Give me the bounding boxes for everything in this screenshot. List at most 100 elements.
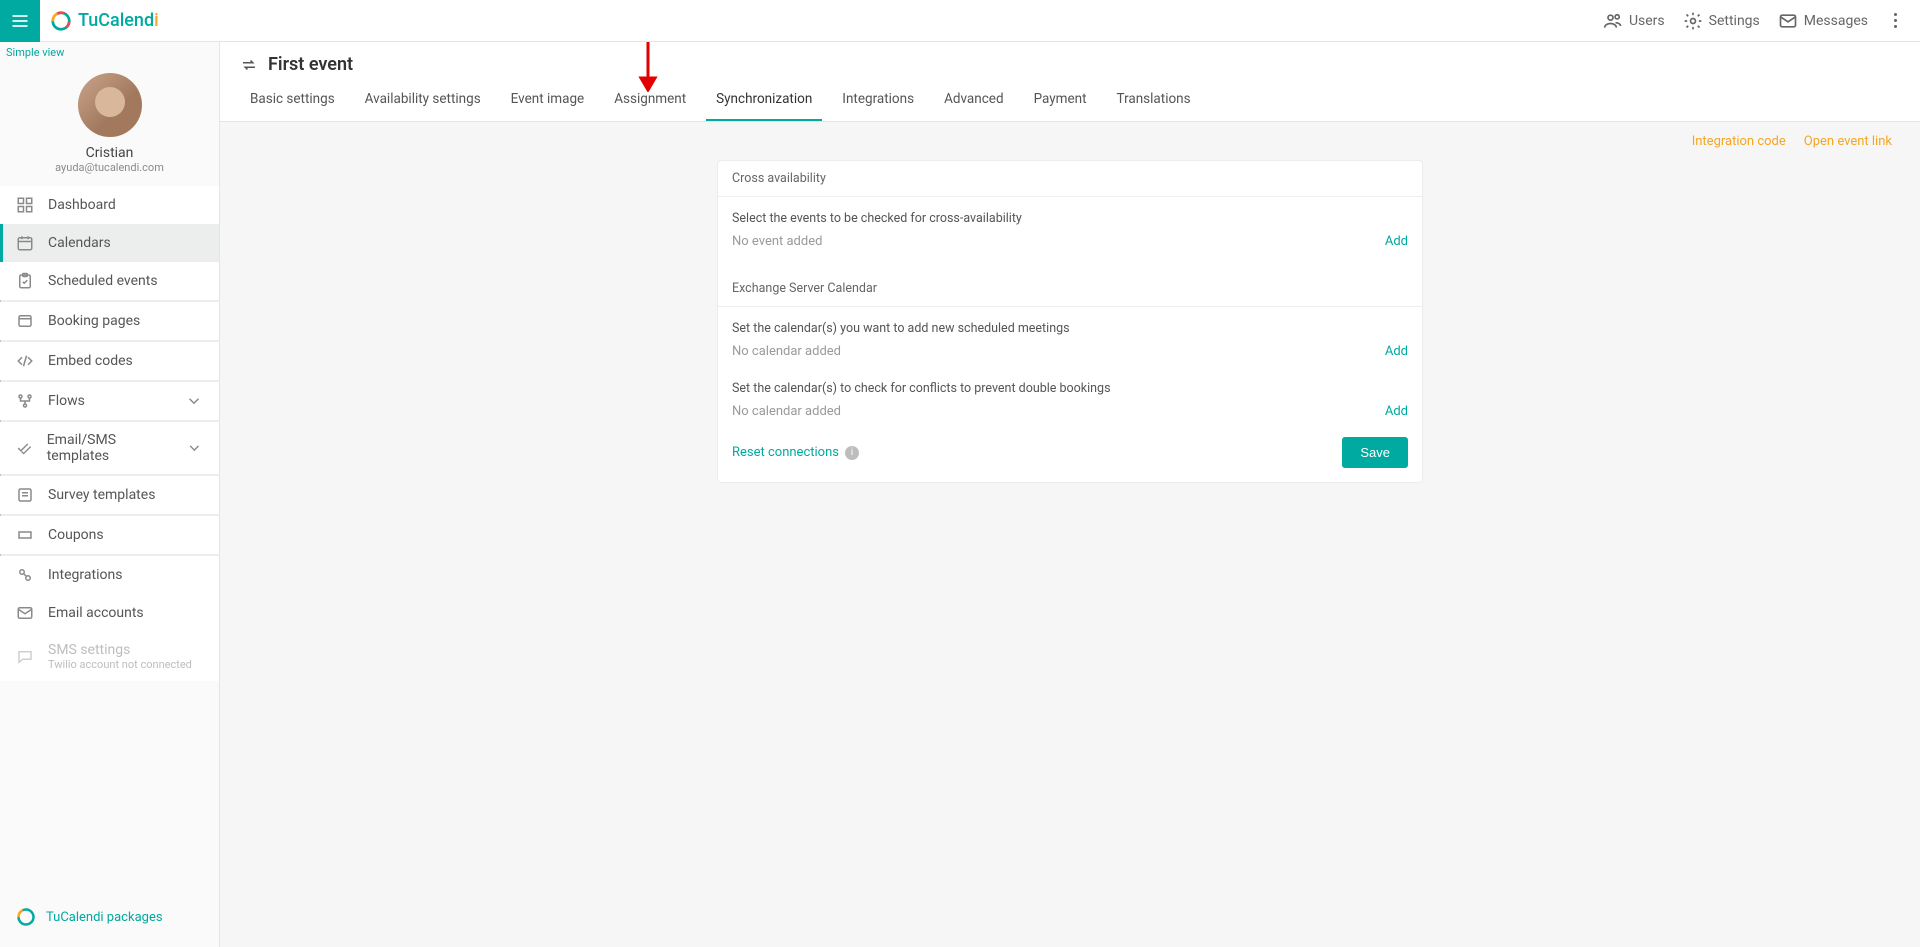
cross-availability-helper: Select the events to be checked for cros…	[732, 211, 1408, 226]
sidebar-item-templates[interactable]: Email/SMS templates	[0, 422, 219, 474]
settings-label: Settings	[1709, 13, 1760, 29]
panel-subhead-cross: Cross availability	[718, 161, 1422, 197]
sidebar-item-label: Calendars	[48, 235, 111, 251]
users-link[interactable]: Users	[1603, 11, 1665, 31]
menu-button[interactable]	[0, 0, 40, 42]
profile-name: Cristian	[86, 145, 134, 161]
tab-translations[interactable]: Translations	[1107, 81, 1201, 121]
dashboard-icon	[16, 196, 34, 214]
survey-icon	[16, 486, 34, 504]
packages-label: TuCalendi packages	[46, 910, 163, 925]
sms-icon	[16, 648, 34, 666]
logo-icon	[50, 10, 72, 32]
reset-label: Reset connections	[732, 445, 839, 460]
tab-payment[interactable]: Payment	[1024, 81, 1097, 121]
brand-text-1: TuCalend	[78, 10, 154, 31]
ticket-icon	[16, 526, 34, 544]
chevron-down-icon	[186, 439, 203, 457]
tab-assignment[interactable]: Assignment	[604, 81, 696, 121]
sidebar-footer[interactable]: TuCalendi packages	[0, 893, 219, 947]
sidebar-item-integrations[interactable]: Integrations	[0, 556, 219, 594]
add-calendar-button-2[interactable]: Add	[1385, 404, 1408, 419]
check-double-icon	[16, 439, 33, 457]
title-row: First event	[220, 42, 1920, 81]
tab-event-image[interactable]: Event image	[501, 81, 595, 121]
tab-advanced[interactable]: Advanced	[934, 81, 1014, 121]
envelope-icon	[1778, 11, 1798, 31]
sidebar-item-label: Email accounts	[48, 605, 144, 621]
exchange-helper-2: Set the calendar(s) to check for conflic…	[732, 381, 1408, 396]
open-event-link[interactable]: Open event link	[1804, 134, 1892, 149]
calendar-icon	[16, 234, 34, 252]
users-label: Users	[1629, 13, 1665, 29]
tabs: Basic settingsAvailability settingsEvent…	[220, 81, 1920, 121]
cross-availability-empty: No event added	[732, 234, 822, 249]
tab-availability-settings[interactable]: Availability settings	[355, 81, 491, 121]
sidebar-item-survey-templates[interactable]: Survey templates	[0, 476, 219, 514]
logo-icon	[16, 907, 36, 927]
exchange-empty-1: No calendar added	[732, 344, 841, 359]
exchange-section: Set the calendar(s) you want to add new …	[718, 307, 1422, 427]
exchange-empty-2: No calendar added	[732, 404, 841, 419]
sidebar-item-email-accounts[interactable]: Email accounts	[0, 594, 219, 632]
brand-text-2: i	[154, 10, 159, 31]
kebab-menu[interactable]	[1886, 13, 1904, 28]
settings-link[interactable]: Settings	[1683, 11, 1760, 31]
save-button[interactable]: Save	[1342, 437, 1408, 468]
sidebar-item-dashboard[interactable]: Dashboard	[0, 186, 219, 224]
sidebar-item-label: Scheduled events	[48, 273, 158, 289]
swap-icon	[240, 56, 258, 74]
page-icon	[16, 312, 34, 330]
panel-footer: Reset connections i Save	[718, 427, 1422, 482]
flow-icon	[16, 392, 34, 410]
gear-icon	[1683, 11, 1703, 31]
sidebar-item-label: Integrations	[48, 567, 122, 583]
sidebar-item-flows[interactable]: Flows	[0, 382, 219, 420]
sidebar-item-sublabel: Twilio account not connected	[48, 658, 192, 671]
profile: Cristian ayuda@tucalendi.com	[0, 63, 219, 186]
tab-integrations[interactable]: Integrations	[832, 81, 924, 121]
simple-view-link[interactable]: Simple view	[0, 42, 219, 63]
exchange-helper-1: Set the calendar(s) you want to add new …	[732, 321, 1408, 336]
add-event-button[interactable]: Add	[1385, 234, 1408, 249]
users-icon	[1603, 11, 1623, 31]
sidebar-item-embed-codes[interactable]: Embed codes	[0, 342, 219, 380]
sidebar-item-label: Survey templates	[48, 487, 155, 503]
info-icon: i	[845, 446, 859, 460]
clipboard-check-icon	[16, 272, 34, 290]
sidebar-item-label: Dashboard	[48, 197, 116, 213]
add-calendar-button-1[interactable]: Add	[1385, 344, 1408, 359]
sidebar-item-coupons[interactable]: Coupons	[0, 516, 219, 554]
sidebar-item-booking-pages[interactable]: Booking pages	[0, 302, 219, 340]
sidebar-item-label: SMS settings	[48, 642, 192, 658]
sidebar-item-label: Embed codes	[48, 353, 133, 369]
tab-synchronization[interactable]: Synchronization	[706, 81, 822, 121]
sidebar-item-calendars[interactable]: Calendars	[0, 224, 219, 262]
hamburger-icon	[10, 11, 30, 31]
sidebar-item-sms-settings[interactable]: SMS settings Twilio account not connecte…	[0, 632, 219, 681]
main: First event Basic settingsAvailability s…	[220, 42, 1920, 947]
code-icon	[16, 352, 34, 370]
reset-connections-link[interactable]: Reset connections i	[732, 445, 859, 460]
panel-subhead-exchange: Exchange Server Calendar	[718, 271, 1422, 307]
sidebar: Simple view Cristian ayuda@tucalendi.com…	[0, 42, 220, 947]
page-head: First event Basic settingsAvailability s…	[220, 42, 1920, 122]
tab-basic-settings[interactable]: Basic settings	[240, 81, 345, 121]
links-row: Integration code Open event link	[220, 122, 1920, 155]
plug-icon	[16, 566, 34, 584]
avatar[interactable]	[78, 73, 142, 137]
messages-link[interactable]: Messages	[1778, 11, 1868, 31]
sidebar-item-label: Coupons	[48, 527, 104, 543]
logo[interactable]: TuCalendi	[40, 10, 159, 32]
envelope-icon	[16, 604, 34, 622]
cross-availability-section: Select the events to be checked for cros…	[718, 197, 1422, 271]
sidebar-item-scheduled-events[interactable]: Scheduled events	[0, 262, 219, 300]
nav: Dashboard Calendars Scheduled events Boo…	[0, 186, 219, 681]
integration-code-link[interactable]: Integration code	[1692, 134, 1786, 149]
sidebar-item-label: Flows	[48, 393, 85, 409]
page-title: First event	[268, 54, 353, 75]
chevron-down-icon	[185, 392, 203, 410]
sync-panel: Cross availability Select the events to …	[718, 161, 1422, 482]
topbar: TuCalendi Users Settings Messages	[0, 0, 1920, 42]
topbar-right: Users Settings Messages	[1603, 11, 1920, 31]
